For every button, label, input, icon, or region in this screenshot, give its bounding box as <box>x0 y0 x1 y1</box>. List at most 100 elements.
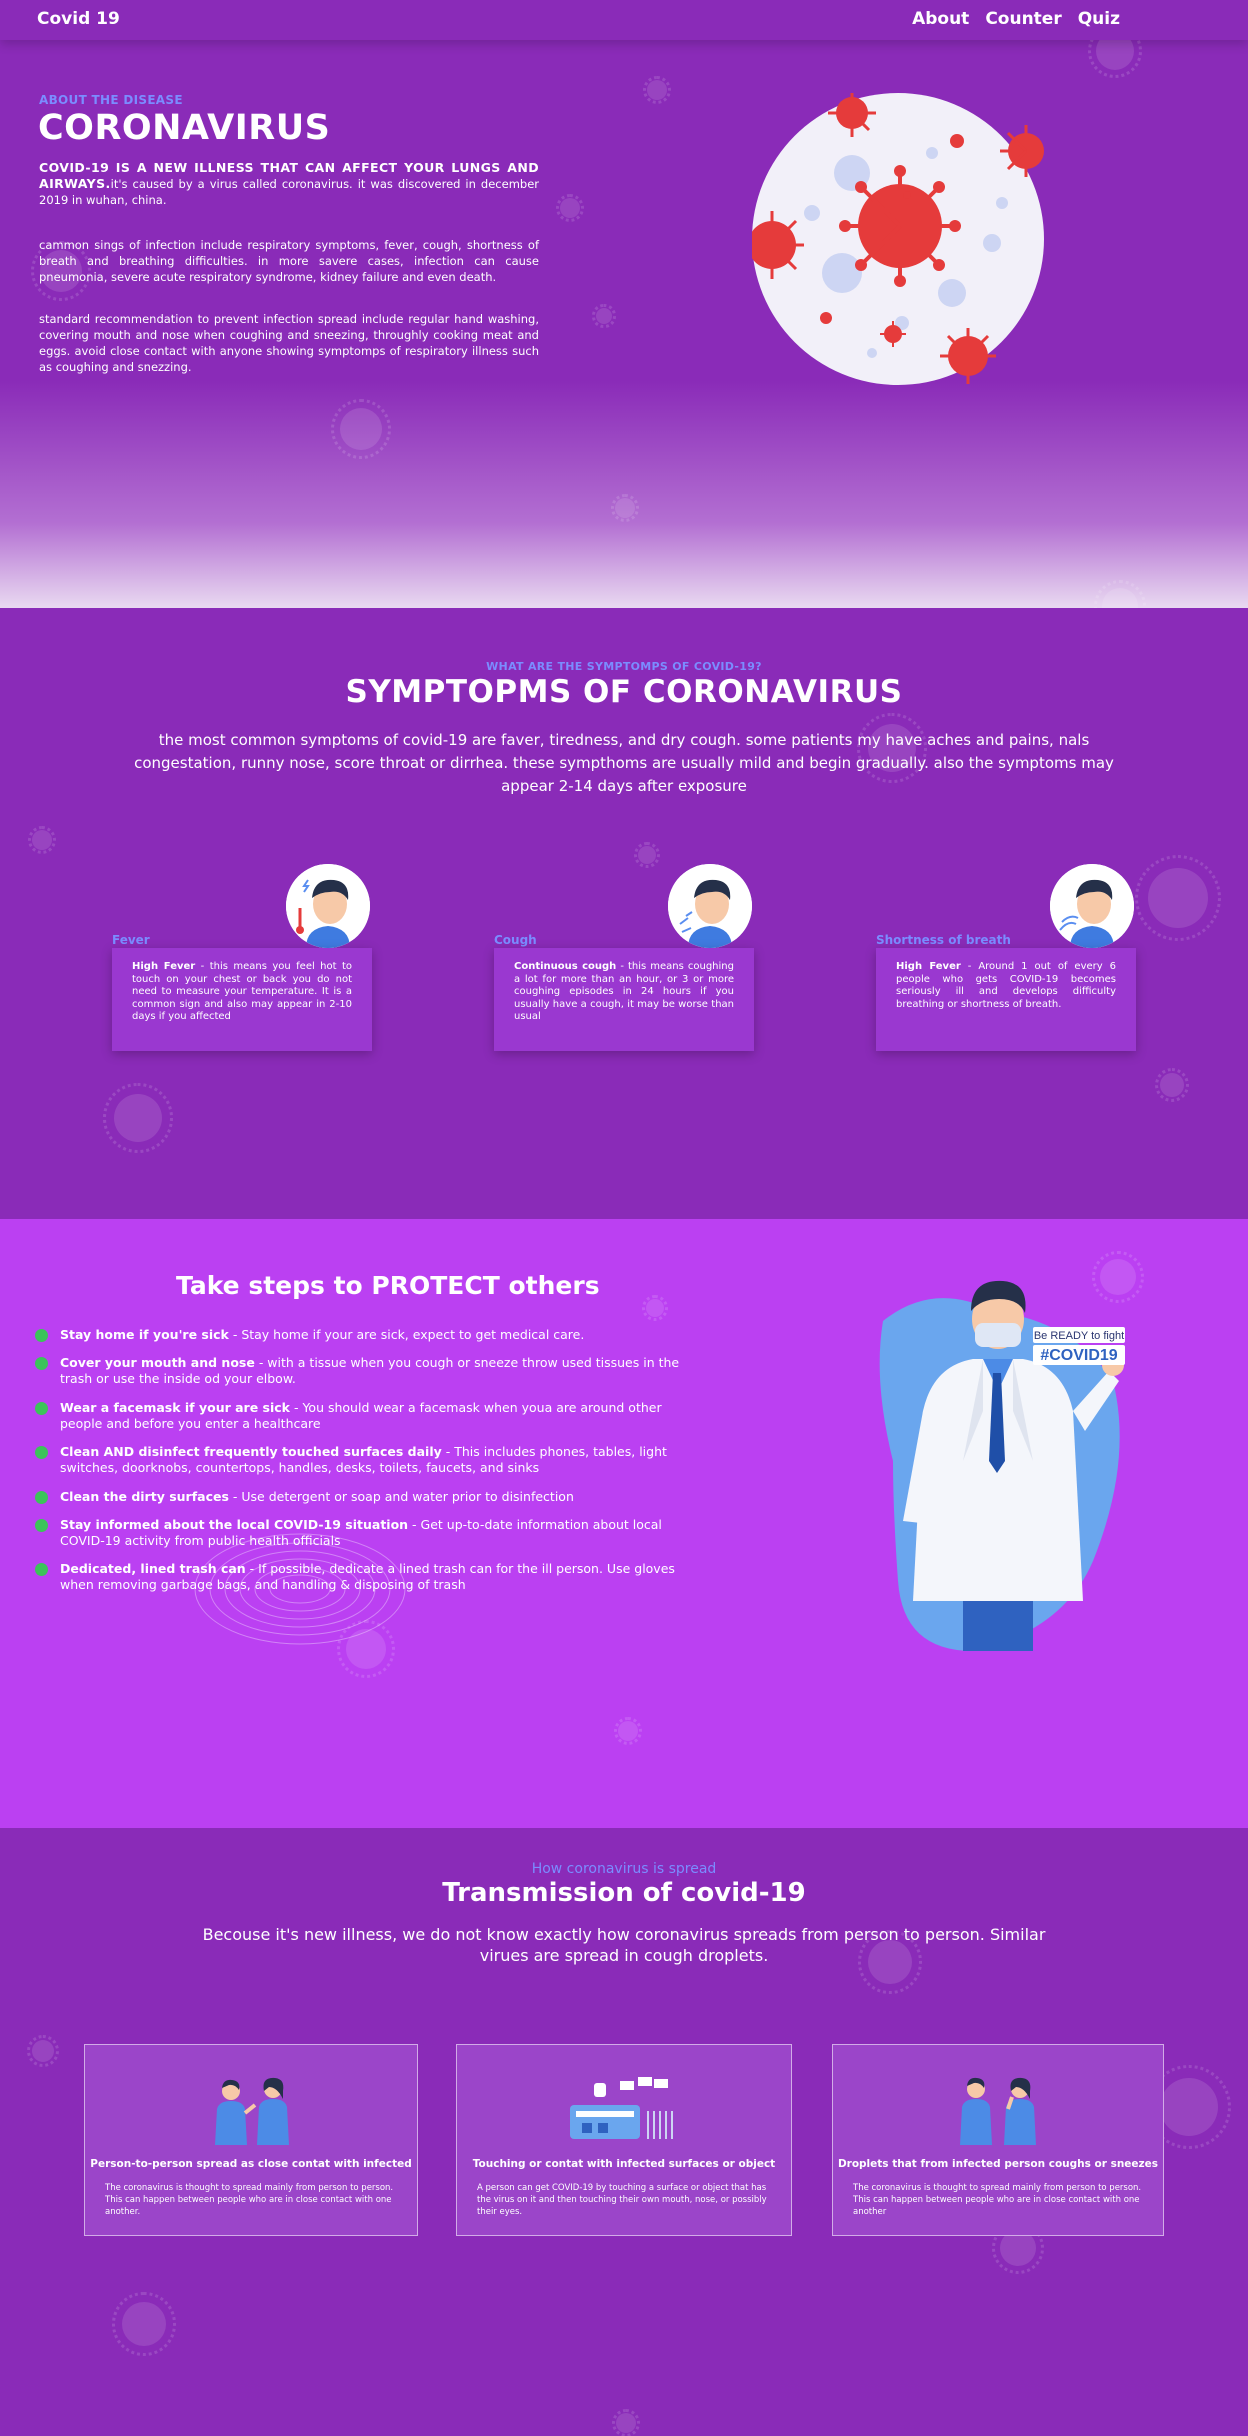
brand-logo[interactable]: Covid 19 <box>37 9 120 29</box>
step-lead: Stay informed about the local COVID-19 s… <box>60 1517 409 1532</box>
symptoms-section: WHAT ARE THE SYMPTOMPS OF COVID-19? SYMP… <box>0 608 1248 1219</box>
top-nav: Covid 19 About Counter Quiz <box>0 0 1248 40</box>
background-virus-icon <box>610 493 640 523</box>
doctor-illustration: Be READY to fight #COVID19 <box>879 1280 1125 1651</box>
transmission-card-text: The coronavirus is thought to spread mai… <box>105 2183 394 2217</box>
symptom-card-cough-label: Cough <box>494 933 537 947</box>
symptom-card-cough: Continuous cough - this means coughing a… <box>494 948 754 1051</box>
background-virus-icon <box>613 1716 643 1746</box>
about-paragraph-3: standard recommendation to prevent infec… <box>39 312 539 374</box>
step-lead: Clean AND disinfect frequently touched s… <box>60 1444 442 1459</box>
protect-step: Clean AND disinfect frequently touched s… <box>35 1444 691 1476</box>
transmission-title: Transmission of covid-19 <box>442 1878 806 1908</box>
symptom-card-fever-label: Fever <box>112 933 150 947</box>
page-title: CORONAVIRUS <box>38 108 331 148</box>
step-lead: Clean the dirty surfaces <box>60 1489 229 1504</box>
protect-step: Stay home if you're sick - Stay home if … <box>35 1327 691 1343</box>
bullet-icon <box>35 1329 48 1342</box>
protect-section: Take steps to PROTECT others Stay home i… <box>0 1219 1248 1828</box>
bullet-icon <box>35 1519 48 1532</box>
breath-avatar-icon <box>1050 864 1134 948</box>
background-virus-icon <box>103 1083 173 1153</box>
symptoms-title-light: SYMPTOPMS OF <box>345 674 643 710</box>
doctor-badge-text: Be READY to fight <box>1034 1330 1124 1342</box>
protect-step: Stay informed about the local COVID-19 s… <box>35 1517 691 1549</box>
background-virus-icon <box>555 193 585 223</box>
transmission-kicker: How coronavirus is spread <box>531 1861 717 1877</box>
transmission-card-title: Person-to-person spread as close contat … <box>90 2158 412 2170</box>
transmission-card-droplets: Droplets that from infected person cough… <box>832 2044 1164 2236</box>
about-paragraph-1: COVID-19 IS A NEW ILLNESS THAT CAN AFFEC… <box>39 160 539 208</box>
symptoms-title: SYMPTOPMS OF CORONAVIRUS <box>0 674 1248 710</box>
nav-links: About Counter Quiz <box>912 9 1120 29</box>
step-lead: Wear a facemask if your are sick <box>60 1400 290 1415</box>
transmission-card-text: The coronavirus is thought to spread mai… <box>853 2183 1142 2217</box>
people-coughing-icon <box>960 2077 1036 2145</box>
coronavirus-globe-illustration <box>752 93 1044 385</box>
nav-link-quiz[interactable]: Quiz <box>1078 9 1120 29</box>
protect-step: Dedicated, lined trash can - If possible… <box>35 1561 691 1593</box>
background-virus-icon <box>611 2408 641 2436</box>
symptom-card-lead: High Fever <box>896 961 961 972</box>
doctor-badge-hashtag: #COVID19 <box>1040 1347 1117 1364</box>
background-virus-icon <box>330 398 392 460</box>
transmission-card-title: Droplets that from infected person cough… <box>837 2158 1159 2170</box>
symptom-card-lead: High Fever <box>132 961 196 972</box>
protect-title-pre: Take steps to <box>176 1271 372 1300</box>
nav-link-about[interactable]: About <box>912 9 969 29</box>
step-text: - Use detergent or soap and water prior … <box>228 1489 574 1504</box>
transmission-section: How coronavirus is spread Transmission o… <box>0 1828 1248 2436</box>
background-virus-icon <box>642 75 672 105</box>
protect-title: Take steps to PROTECT others <box>176 1271 600 1300</box>
background-virus-icon <box>592 304 616 328</box>
symptoms-description: the most common symptoms of covid-19 are… <box>134 731 1114 795</box>
about-lead-rest: it's caused by a virus called coronaviru… <box>39 177 539 207</box>
transmission-card-text: A person can get COVID-19 by touching a … <box>477 2183 767 2217</box>
protect-title-post: others <box>499 1271 600 1300</box>
background-virus-icon <box>27 825 57 855</box>
protect-title-bold: PROTECT <box>371 1271 500 1300</box>
step-text: - Stay home if your are sick, expect to … <box>228 1327 585 1342</box>
bullet-icon <box>35 1402 48 1415</box>
background-virus-icon <box>1154 1067 1190 1103</box>
symptom-card-fever: High Fever - this means you feel hot to … <box>112 948 372 1051</box>
protect-step: Cover your mouth and nose - with a tissu… <box>35 1355 691 1387</box>
infected-surfaces-icon <box>570 2077 673 2139</box>
symptoms-kicker: WHAT ARE THE SYMPTOMPS OF COVID-19? <box>486 660 762 673</box>
transmission-card-surface: Touching or contat with infected surface… <box>456 2044 792 2236</box>
symptoms-title-bold: CORONAVIRUS <box>642 674 903 710</box>
symptom-card-breath: High Fever - Around 1 out of every 6 peo… <box>876 948 1136 1051</box>
fever-avatar-icon <box>286 864 370 948</box>
background-virus-icon <box>1134 854 1222 942</box>
symptom-card-text: High Fever - Around 1 out of every 6 peo… <box>896 961 1116 1011</box>
symptom-card-lead: Continuous cough <box>514 961 617 972</box>
about-paragraph-2: cammon sings of infection include respir… <box>39 238 539 284</box>
background-virus-icon <box>642 1295 668 1321</box>
transmission-card-title: Touching or contat with infected surface… <box>472 2158 776 2170</box>
about-kicker: ABOUT THE DISEASE <box>39 93 183 107</box>
cough-avatar-icon <box>668 864 752 948</box>
protect-step: Wear a facemask if your are sick - You s… <box>35 1400 691 1432</box>
background-virus-icon <box>1094 580 1146 608</box>
bullet-icon <box>35 1357 48 1370</box>
step-lead: Stay home if you're sick <box>60 1327 229 1342</box>
symptom-card-breath-label: Shortness of breath <box>876 933 1011 947</box>
background-virus-icon <box>1147 2065 1231 2149</box>
about-section: ABOUT THE DISEASE CORONAVIRUS COVID-19 I… <box>0 40 1248 608</box>
nav-link-counter[interactable]: Counter <box>985 9 1061 29</box>
step-lead: Dedicated, lined trash can <box>60 1561 246 1576</box>
protect-step: Clean the dirty surfaces - Use detergent… <box>35 1489 691 1505</box>
transmission-description: Becouse it's new illness, we do not know… <box>202 1925 1046 1965</box>
symptom-card-text: Continuous cough - this means coughing a… <box>514 961 734 1024</box>
bullet-icon <box>35 1491 48 1504</box>
bullet-icon <box>35 1563 48 1576</box>
background-virus-icon <box>112 2292 176 2356</box>
step-lead: Cover your mouth and nose <box>60 1355 255 1370</box>
people-talking-icon <box>215 2077 289 2145</box>
symptom-card-text: High Fever - this means you feel hot to … <box>132 961 352 1024</box>
transmission-card-person: Person-to-person spread as close contat … <box>84 2044 418 2236</box>
background-virus-icon <box>1087 40 1143 79</box>
bullet-icon <box>35 1446 48 1459</box>
background-virus-icon <box>634 842 660 868</box>
background-virus-icon <box>27 2035 59 2067</box>
